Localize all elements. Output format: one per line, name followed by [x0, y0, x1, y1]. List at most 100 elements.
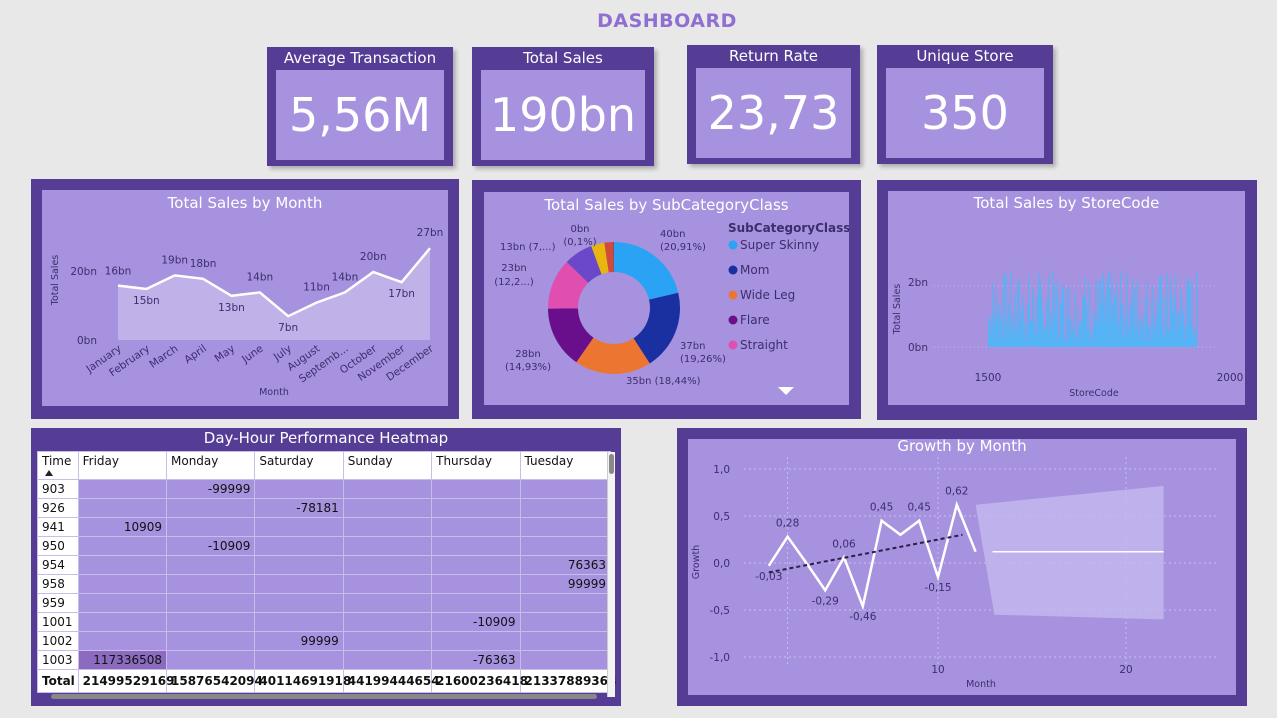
x-tick: 1500: [975, 372, 1002, 384]
row-time-cell: 903: [37, 479, 79, 499]
table-horizontal-scrollbar[interactable]: [51, 694, 597, 699]
heatmap-cell: [519, 650, 611, 670]
column-header[interactable]: Sunday: [342, 451, 433, 480]
point-label: 0,28: [776, 518, 799, 530]
heatmap-cell: [165, 593, 256, 613]
heatmap-cell: [165, 498, 256, 518]
sales-by-storecode-panel[interactable]: Total Sales by StoreCode Total Sales Sto…: [877, 180, 1257, 420]
y-tick: -0,5: [710, 605, 731, 617]
table-row[interactable]: 959: [37, 593, 611, 613]
x-tick: 10: [931, 664, 944, 676]
heatmap-cell: [77, 536, 168, 556]
scrollbar-thumb[interactable]: [609, 454, 614, 474]
column-header[interactable]: Friday: [77, 451, 168, 480]
total-cell: 44199444654: [342, 669, 440, 693]
heatmap-panel[interactable]: Day-Hour Performance Heatmap Time Friday M…: [31, 428, 621, 706]
table-row[interactable]: 903 -99999: [37, 479, 611, 499]
table-scrollbar[interactable]: [607, 452, 615, 697]
y-tick: 2bn: [908, 277, 928, 289]
sales-by-month-panel[interactable]: Total Sales by Month Total Sales Month 2…: [31, 179, 459, 419]
store-bar: [1151, 286, 1154, 347]
sales-by-subcategory-panel[interactable]: Total Sales by SubCategoryClass 40bn (20,…: [472, 180, 861, 419]
heatmap-cell: [77, 631, 168, 651]
row-time-cell: 926: [37, 498, 79, 518]
table-row[interactable]: 941 10909: [37, 517, 611, 537]
heatmap-cell: [254, 555, 344, 575]
page-title: DASHBOARD: [597, 10, 737, 32]
heatmap-cell: [431, 479, 521, 499]
store-bar: [1088, 282, 1091, 347]
store-bar: [1067, 286, 1070, 347]
data-label: 20bn: [360, 251, 387, 263]
x-tick: March: [147, 343, 180, 371]
row-time-cell: 1001: [37, 612, 79, 632]
x-tick: June: [239, 343, 265, 367]
total-cell: 21600236418: [431, 669, 528, 693]
heatmap-cell: [519, 479, 611, 499]
slice-label: 28bn: [515, 349, 540, 360]
kpi-label: Unique Store: [916, 47, 1014, 65]
x-tick: May: [213, 343, 238, 365]
table-row[interactable]: 958 99999: [37, 574, 611, 594]
forecast-band: [975, 485, 1164, 620]
data-label: 19bn: [161, 254, 188, 266]
heatmap-cell: [431, 555, 521, 575]
table-row[interactable]: 954 76363: [37, 555, 611, 575]
heatmap-cell: [342, 517, 433, 537]
heatmap-cell: [431, 593, 521, 613]
kpi-unique-store[interactable]: Unique Store 350: [877, 45, 1053, 164]
column-header[interactable]: Thursday: [431, 451, 521, 480]
growth-by-month-panel[interactable]: Growth by Month Growth Month 1,0 0,5 0,0 -0…: [677, 428, 1247, 706]
store-bar: [1048, 274, 1050, 347]
data-label: 27bn: [417, 227, 444, 239]
growth-line-chart: Growth Month 1,0 0,5 0,0 -0,5 -1,0 10 20 -0,03 0…: [691, 457, 1218, 690]
kpi-total-sales[interactable]: Total Sales 190bn: [472, 47, 654, 166]
kpi-average-transaction[interactable]: Average Transaction 5,56M: [267, 47, 453, 166]
heatmap-cell: [165, 574, 256, 594]
heatmap-cell: [77, 574, 168, 594]
heatmap-cell: [254, 593, 344, 613]
heatmap-cell: [342, 612, 433, 632]
heatmap-cell: [342, 498, 433, 518]
row-time-cell: 1003: [37, 650, 79, 670]
store-bar: [1196, 272, 1198, 347]
table-row[interactable]: 1001 -10909: [37, 612, 611, 632]
column-header[interactable]: Saturday: [254, 451, 344, 480]
heatmap-cell: [342, 650, 433, 670]
column-header[interactable]: Monday: [165, 451, 256, 480]
data-label: 18bn: [190, 258, 217, 270]
heatmap-cell: [165, 517, 256, 537]
store-bar: [996, 305, 998, 347]
table-row[interactable]: 1003 117336508 -76363: [37, 650, 611, 670]
heatmap-cell: [342, 479, 433, 499]
data-label: 15bn: [133, 295, 160, 307]
heatmap-cell: [254, 574, 344, 594]
kpi-label: Return Rate: [729, 47, 818, 65]
kpi-return-rate[interactable]: Return Rate 23,73: [687, 45, 860, 164]
legend-item: Flare: [740, 313, 770, 327]
slice-label: 0bn: [570, 224, 589, 235]
heatmap-cell: [77, 498, 168, 518]
heatmap-cell: 10909: [77, 517, 168, 537]
column-header[interactable]: Tuesday: [519, 451, 611, 480]
store-bar: [1074, 292, 1076, 347]
point-label: 0,45: [908, 502, 931, 514]
kpi-value: 23,73: [707, 86, 840, 140]
table-row[interactable]: 926 -78181: [37, 498, 611, 518]
legend-scroll-down-icon[interactable]: [778, 387, 794, 395]
table-row[interactable]: 1002 99999: [37, 631, 611, 651]
heatmap-cell: -78181: [254, 498, 344, 518]
kpi-value: 350: [921, 86, 1009, 140]
sales-by-storecode-chart: Total Sales StoreCode 2bn 0bn 1500 2000: [892, 270, 1243, 399]
heatmap-cell: [254, 517, 344, 537]
slice-label: 13bn (7,...): [500, 242, 556, 253]
heatmap-cell: [77, 479, 168, 499]
table-row[interactable]: 950 -10909: [37, 536, 611, 556]
data-label: 7bn: [278, 322, 298, 334]
column-header-time[interactable]: Time: [37, 451, 79, 480]
y-tick: 0,0: [713, 558, 730, 570]
heatmap-table[interactable]: Time Friday Monday Saturday Sunday Thursday Tu…: [37, 451, 616, 693]
legend-item: Mom: [740, 263, 769, 277]
y-tick: 1,0: [713, 464, 730, 476]
sort-ascending-icon[interactable]: [45, 470, 53, 476]
